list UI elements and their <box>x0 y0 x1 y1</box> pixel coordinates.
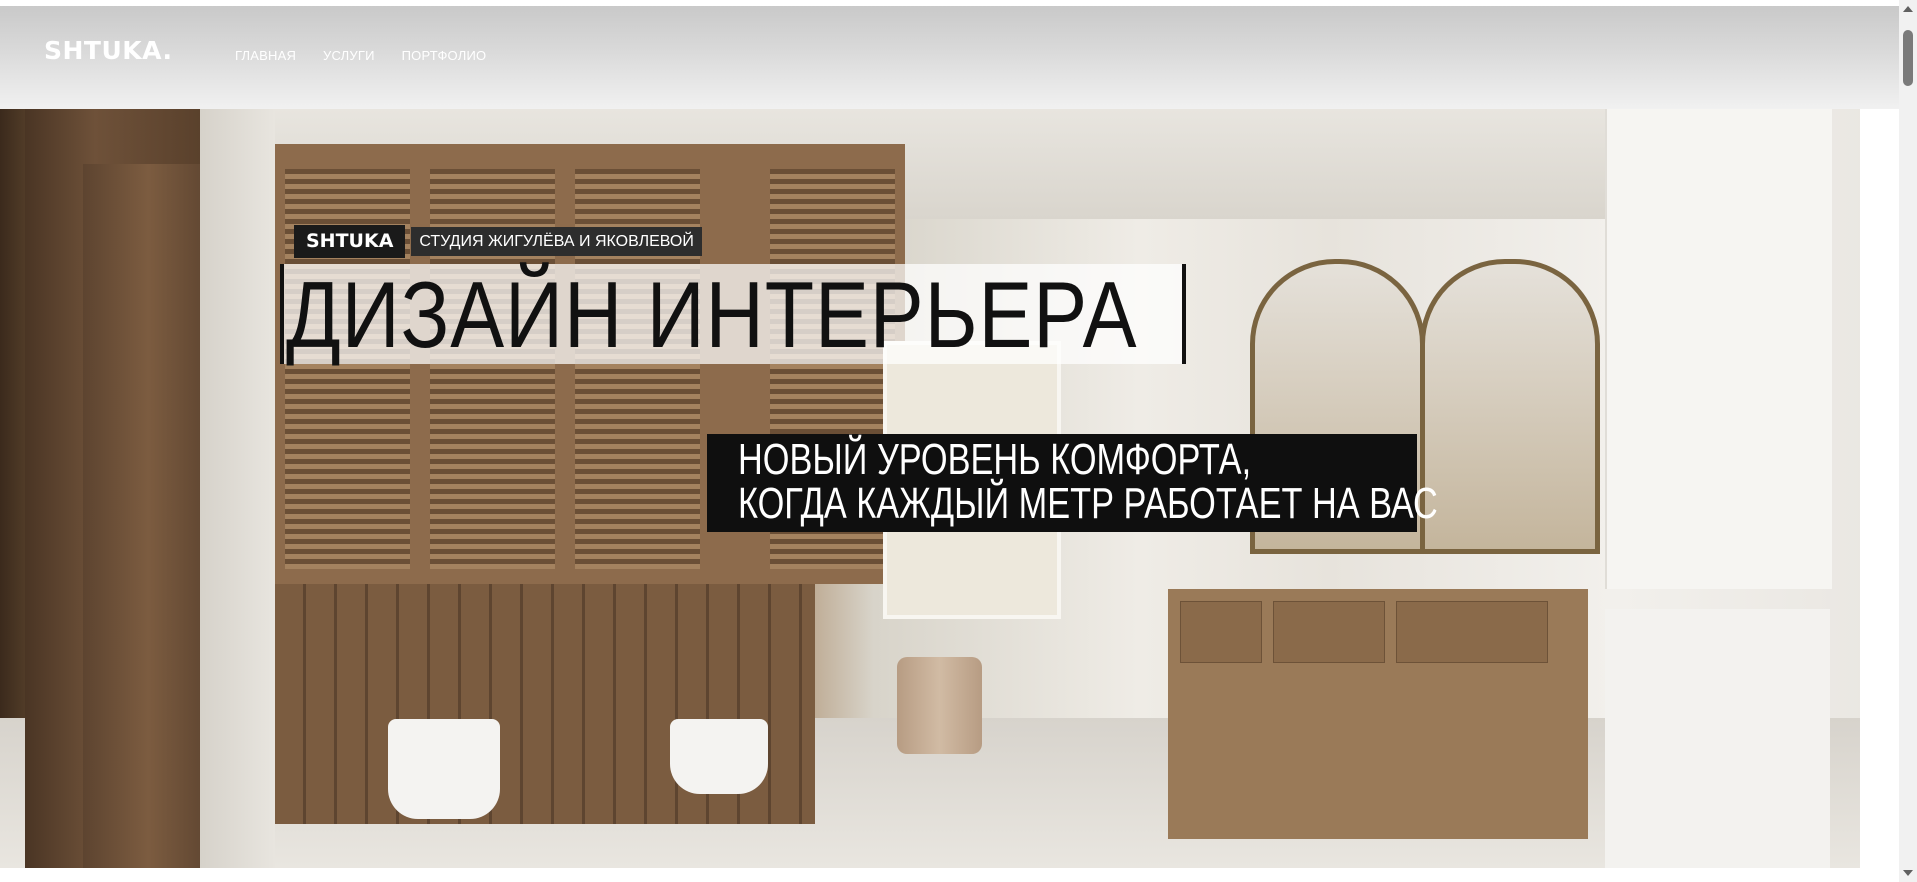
hero-mirror <box>1420 259 1600 554</box>
chevron-up-icon[interactable] <box>1903 6 1913 12</box>
nav-item-services[interactable]: УСЛУГИ <box>323 48 375 63</box>
chevron-down-icon[interactable] <box>1903 870 1913 876</box>
hero-subline-line-1: НОВЫЙ УРОВЕНЬ КОМФОРТА, <box>738 435 1252 484</box>
nav-item-portfolio[interactable]: ПОРТФОЛИО <box>402 48 487 63</box>
hero-subline: НОВЫЙ УРОВЕНЬ КОМФОРТА, КОГДА КАЖДЫЙ МЕТ… <box>738 438 1438 526</box>
hero-wall <box>200 109 275 868</box>
hero-brand-row: SHTUKA СТУДИЯ ЖИГУЛЁВА И ЯКОВЛЕВОЙ <box>294 225 702 258</box>
page-scrollbar[interactable] <box>1899 0 1917 882</box>
hero-bidet <box>670 719 768 794</box>
hero-vanity <box>1168 589 1588 839</box>
hero-toilet <box>388 719 500 819</box>
site-header: SHTUKA. ГЛАВНАЯ УСЛУГИ ПОРТФОЛИО <box>0 6 1899 109</box>
hero-tall-cabinet-lower <box>1605 609 1830 868</box>
hero-subline-line-2: КОГДА КАЖДЫЙ МЕТР РАБОТАЕТ НА ВАС <box>738 479 1438 528</box>
hero-headline: ДИЗАЙН ИНТЕРЬЕРА <box>286 262 1138 367</box>
hero-door <box>25 109 213 868</box>
main-nav: ГЛАВНАЯ УСЛУГИ ПОРТФОЛИО <box>235 48 513 63</box>
hero-studio-tag: СТУДИЯ ЖИГУЛЁВА И ЯКОВЛЕВОЙ <box>411 227 702 256</box>
hero-drawer <box>1273 601 1385 663</box>
hero-pouf <box>897 657 982 754</box>
hero-door-panel <box>83 164 213 868</box>
site-logo[interactable]: SHTUKA. <box>44 36 172 65</box>
hero-right-edge <box>1860 109 1899 868</box>
hero-drawer <box>1180 601 1262 663</box>
nav-item-home[interactable]: ГЛАВНАЯ <box>235 48 296 63</box>
bottom-strip <box>0 868 1899 882</box>
hero-drawer <box>1396 601 1548 663</box>
hero-brand-tag: SHTUKA <box>294 225 406 258</box>
hero-tall-cabinet <box>1605 109 1832 589</box>
scrollbar-thumb[interactable] <box>1903 30 1913 86</box>
